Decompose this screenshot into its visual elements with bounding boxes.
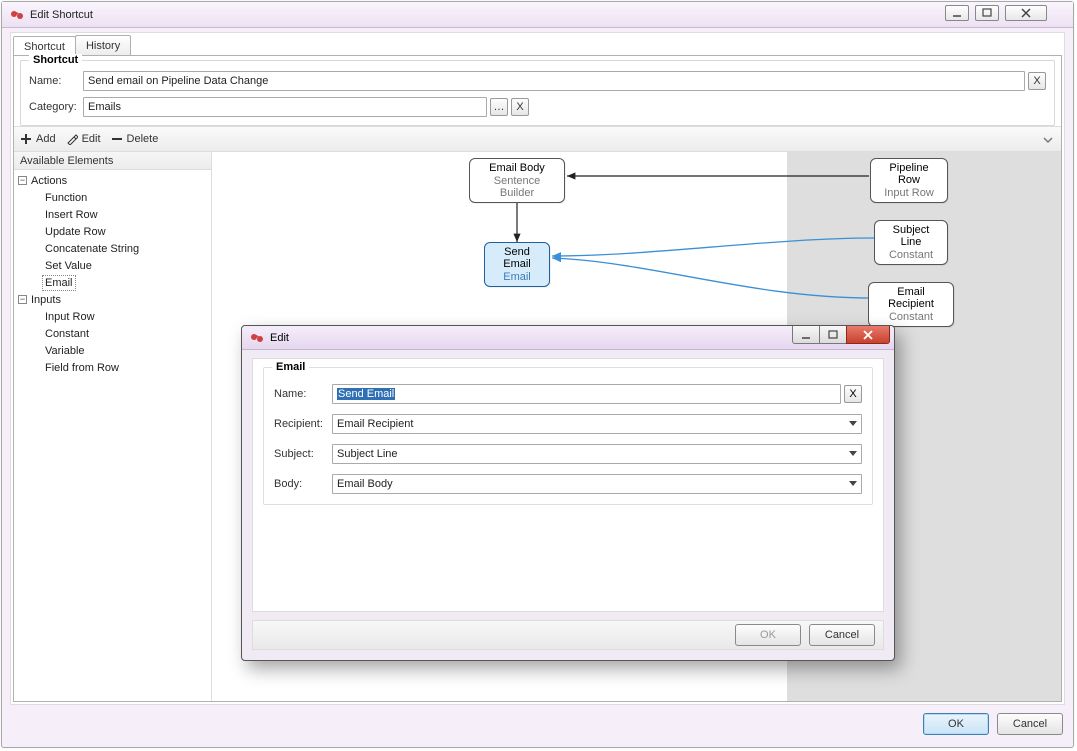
add-button[interactable]: Add — [20, 133, 56, 145]
minimize-button[interactable] — [945, 5, 969, 21]
shortcut-category-value: Emails — [88, 101, 121, 113]
outer-cancel-button[interactable]: Cancel — [997, 713, 1063, 735]
node-subtitle: Input Row — [881, 187, 937, 199]
email-name-label: Name: — [274, 388, 332, 400]
inner-close-button[interactable] — [846, 326, 890, 344]
tree-item-set-value[interactable]: Set Value — [42, 258, 95, 274]
node-email-recipient[interactable]: Email Recipient Constant — [868, 282, 954, 327]
outer-titlebar: Edit Shortcut — [2, 2, 1073, 28]
outer-dialog-footer: OK Cancel — [10, 709, 1065, 739]
shortcut-name-label: Name: — [29, 75, 83, 87]
tree-item-input-row[interactable]: Input Row — [42, 309, 98, 325]
email-subject-select[interactable]: Subject Line — [332, 444, 862, 464]
node-pipeline-row[interactable]: Pipeline Row Input Row — [870, 158, 948, 203]
plus-icon — [20, 133, 32, 145]
app-icon — [10, 8, 24, 22]
inner-ok-button[interactable]: OK — [735, 624, 801, 646]
outer-window-buttons — [945, 5, 1047, 21]
node-send-email[interactable]: Send Email Email — [484, 242, 550, 287]
element-toolbar: Add Edit Delete — [14, 126, 1061, 152]
chevron-down-icon — [849, 448, 857, 460]
tree-item-insert-row[interactable]: Insert Row — [42, 207, 101, 223]
node-subtitle: Sentence Builder — [480, 175, 554, 199]
inner-maximize-button[interactable] — [819, 326, 847, 344]
email-recipient-label: Recipient: — [274, 418, 332, 430]
elements-tree[interactable]: − Actions Function Insert Row Update Row… — [14, 170, 211, 380]
minus-icon — [111, 133, 123, 145]
shortcut-name-value: Send email on Pipeline Data Change — [88, 75, 268, 87]
collapse-icon[interactable]: − — [18, 176, 27, 185]
email-subject-label: Subject: — [274, 448, 332, 460]
shortcut-category-label: Category: — [29, 101, 83, 113]
shortcut-name-clear-button[interactable]: X — [1028, 72, 1046, 90]
pencil-icon — [66, 133, 78, 145]
inner-content: Email Name: Send Email X Recipient: Emai… — [252, 358, 884, 612]
tab-strip: Shortcut History — [13, 35, 130, 56]
inner-dialog-footer: OK Cancel — [252, 620, 884, 650]
node-title: Email Body — [480, 162, 554, 174]
tree-group-inputs[interactable]: − Inputs — [18, 291, 207, 308]
email-name-value: Send Email — [337, 388, 395, 400]
shortcut-legend: Shortcut — [29, 54, 82, 66]
shortcut-name-input[interactable]: Send email on Pipeline Data Change — [83, 71, 1025, 91]
node-subtitle: Email — [495, 271, 539, 283]
maximize-button[interactable] — [975, 5, 999, 21]
node-title: Email Recipient — [879, 286, 943, 310]
delete-button[interactable]: Delete — [111, 133, 159, 145]
email-body-select[interactable]: Email Body — [332, 474, 862, 494]
tree-item-constant[interactable]: Constant — [42, 326, 92, 342]
inner-titlebar[interactable]: Edit — [242, 326, 894, 350]
toolbar-overflow-button[interactable] — [1041, 133, 1055, 147]
node-title: Subject Line — [885, 224, 937, 248]
email-body-label: Body: — [274, 478, 332, 490]
email-group-legend: Email — [272, 361, 309, 373]
edit-button[interactable]: Edit — [66, 133, 101, 145]
tree-item-concatenate-string[interactable]: Concatenate String — [42, 241, 142, 257]
tree-item-variable[interactable]: Variable — [42, 343, 88, 359]
available-elements-panel: Available Elements − Actions Function In… — [14, 152, 212, 701]
node-email-body[interactable]: Email Body Sentence Builder — [469, 158, 565, 203]
node-subtitle: Constant — [879, 311, 943, 323]
edit-email-dialog: Edit Email Name: Send Email X — [241, 325, 895, 661]
app-icon — [250, 331, 264, 345]
inner-window-buttons — [793, 326, 890, 344]
email-body-value: Email Body — [337, 478, 393, 490]
close-button[interactable] — [1005, 5, 1047, 21]
collapse-icon[interactable]: − — [18, 295, 27, 304]
shortcut-category-input[interactable]: Emails — [83, 97, 487, 117]
node-subtitle: Constant — [885, 249, 937, 261]
shortcut-fieldset: Shortcut Name: Send email on Pipeline Da… — [20, 60, 1055, 126]
outer-ok-button[interactable]: OK — [923, 713, 989, 735]
category-clear-button[interactable]: X — [511, 98, 529, 116]
window-title: Edit Shortcut — [30, 9, 93, 21]
available-elements-header: Available Elements — [14, 152, 211, 170]
tree-item-field-from-row[interactable]: Field from Row — [42, 360, 122, 376]
email-recipient-value: Email Recipient — [337, 418, 413, 430]
inner-minimize-button[interactable] — [792, 326, 820, 344]
node-title: Pipeline Row — [881, 162, 937, 186]
email-group: Email Name: Send Email X Recipient: Emai… — [263, 367, 873, 505]
node-subject-line[interactable]: Subject Line Constant — [874, 220, 948, 265]
chevron-down-icon — [849, 478, 857, 490]
tree-group-actions[interactable]: − Actions — [18, 172, 207, 189]
tree-item-update-row[interactable]: Update Row — [42, 224, 109, 240]
email-name-clear-button[interactable]: X — [844, 385, 862, 403]
category-browse-button[interactable]: … — [490, 98, 508, 116]
email-name-input[interactable]: Send Email — [332, 384, 841, 404]
email-subject-value: Subject Line — [337, 448, 398, 460]
chevron-down-icon — [849, 418, 857, 430]
node-title: Send Email — [495, 246, 539, 270]
inner-window-title: Edit — [270, 332, 289, 344]
email-recipient-select[interactable]: Email Recipient — [332, 414, 862, 434]
tree-item-email[interactable]: Email — [42, 275, 76, 291]
inner-cancel-button[interactable]: Cancel — [809, 624, 875, 646]
tree-item-function[interactable]: Function — [42, 190, 90, 206]
tab-history[interactable]: History — [75, 35, 131, 56]
